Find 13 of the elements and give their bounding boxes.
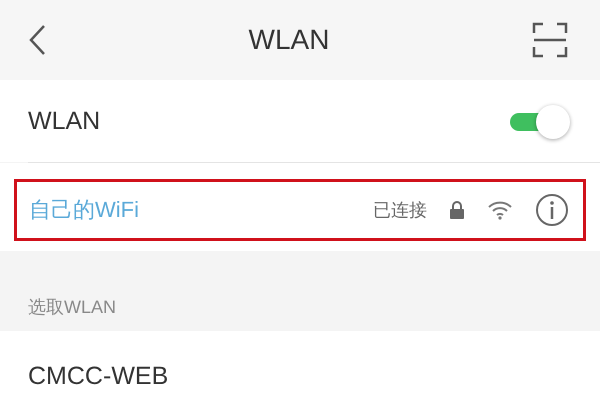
connection-status: 已连接 xyxy=(373,199,427,222)
setting-label: WLAN xyxy=(28,106,100,136)
network-row[interactable]: CMCC-WEB xyxy=(0,331,600,400)
lock-icon xyxy=(449,201,465,219)
back-icon[interactable] xyxy=(28,24,46,56)
window-title: WLAN xyxy=(248,24,330,56)
section-header: 选取WLAN xyxy=(28,296,116,319)
connected-network-row[interactable]: 自己的WiFi 已连接 xyxy=(14,179,586,241)
scan-icon[interactable] xyxy=(532,22,568,58)
network-name: 自己的WiFi xyxy=(29,196,140,224)
info-icon[interactable] xyxy=(535,193,569,227)
toggle-switch[interactable] xyxy=(510,105,570,137)
wifi-icon xyxy=(487,200,513,220)
